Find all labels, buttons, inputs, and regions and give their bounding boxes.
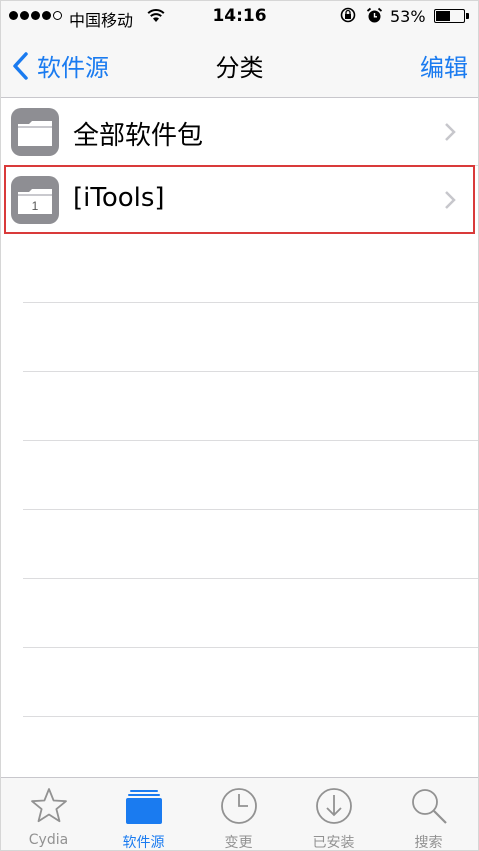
tab-label: 已安装 bbox=[312, 835, 355, 851]
tab-label: Cydia bbox=[28, 832, 69, 848]
search-icon bbox=[412, 789, 447, 824]
star-icon bbox=[31, 788, 67, 823]
tab-changes[interactable]: 变更 bbox=[191, 778, 286, 851]
row-divider bbox=[23, 578, 478, 579]
status-bar: 中国移动 14:16 53% bbox=[1, 1, 478, 31]
list-item-all-packages[interactable]: 全部软件包 bbox=[1, 98, 478, 166]
edit-button[interactable]: 编辑 bbox=[420, 48, 468, 83]
tab-label: 变更 bbox=[224, 835, 253, 851]
tab-cydia[interactable]: Cydia bbox=[1, 778, 96, 850]
row-divider bbox=[23, 371, 478, 372]
row-divider bbox=[23, 647, 478, 648]
row-divider bbox=[23, 302, 478, 303]
chevron-right-icon bbox=[445, 123, 456, 141]
tab-label: 软件源 bbox=[122, 835, 165, 851]
row-divider bbox=[23, 509, 478, 510]
tab-label: 搜索 bbox=[414, 835, 443, 851]
tab-bar: Cydia 软件源 变更 已安装 搜索 bbox=[1, 777, 478, 851]
row-divider bbox=[23, 716, 478, 717]
clock-icon bbox=[221, 788, 257, 824]
selection-highlight bbox=[4, 165, 475, 234]
list-item-label: 全部软件包 bbox=[73, 121, 204, 151]
sources-icon bbox=[126, 790, 162, 824]
navigation-bar: 软件源 分类 编辑 bbox=[1, 31, 478, 98]
screen: 中国移动 14:16 53% 软件源 分类 编辑 全部软件包 1 [iTools… bbox=[0, 0, 479, 851]
row-divider bbox=[23, 440, 478, 441]
battery-icon bbox=[434, 9, 465, 23]
battery-percent: 53% bbox=[390, 7, 426, 26]
tab-search[interactable]: 搜索 bbox=[381, 778, 476, 851]
battery-tip bbox=[466, 13, 469, 19]
tab-sources[interactable]: 软件源 bbox=[96, 778, 191, 851]
download-icon bbox=[316, 788, 352, 824]
folder-icon bbox=[11, 108, 59, 156]
alarm-icon bbox=[366, 7, 383, 23]
page-title: 分类 bbox=[215, 54, 264, 82]
tab-installed[interactable]: 已安装 bbox=[286, 778, 381, 851]
rotation-lock-icon bbox=[340, 7, 356, 23]
